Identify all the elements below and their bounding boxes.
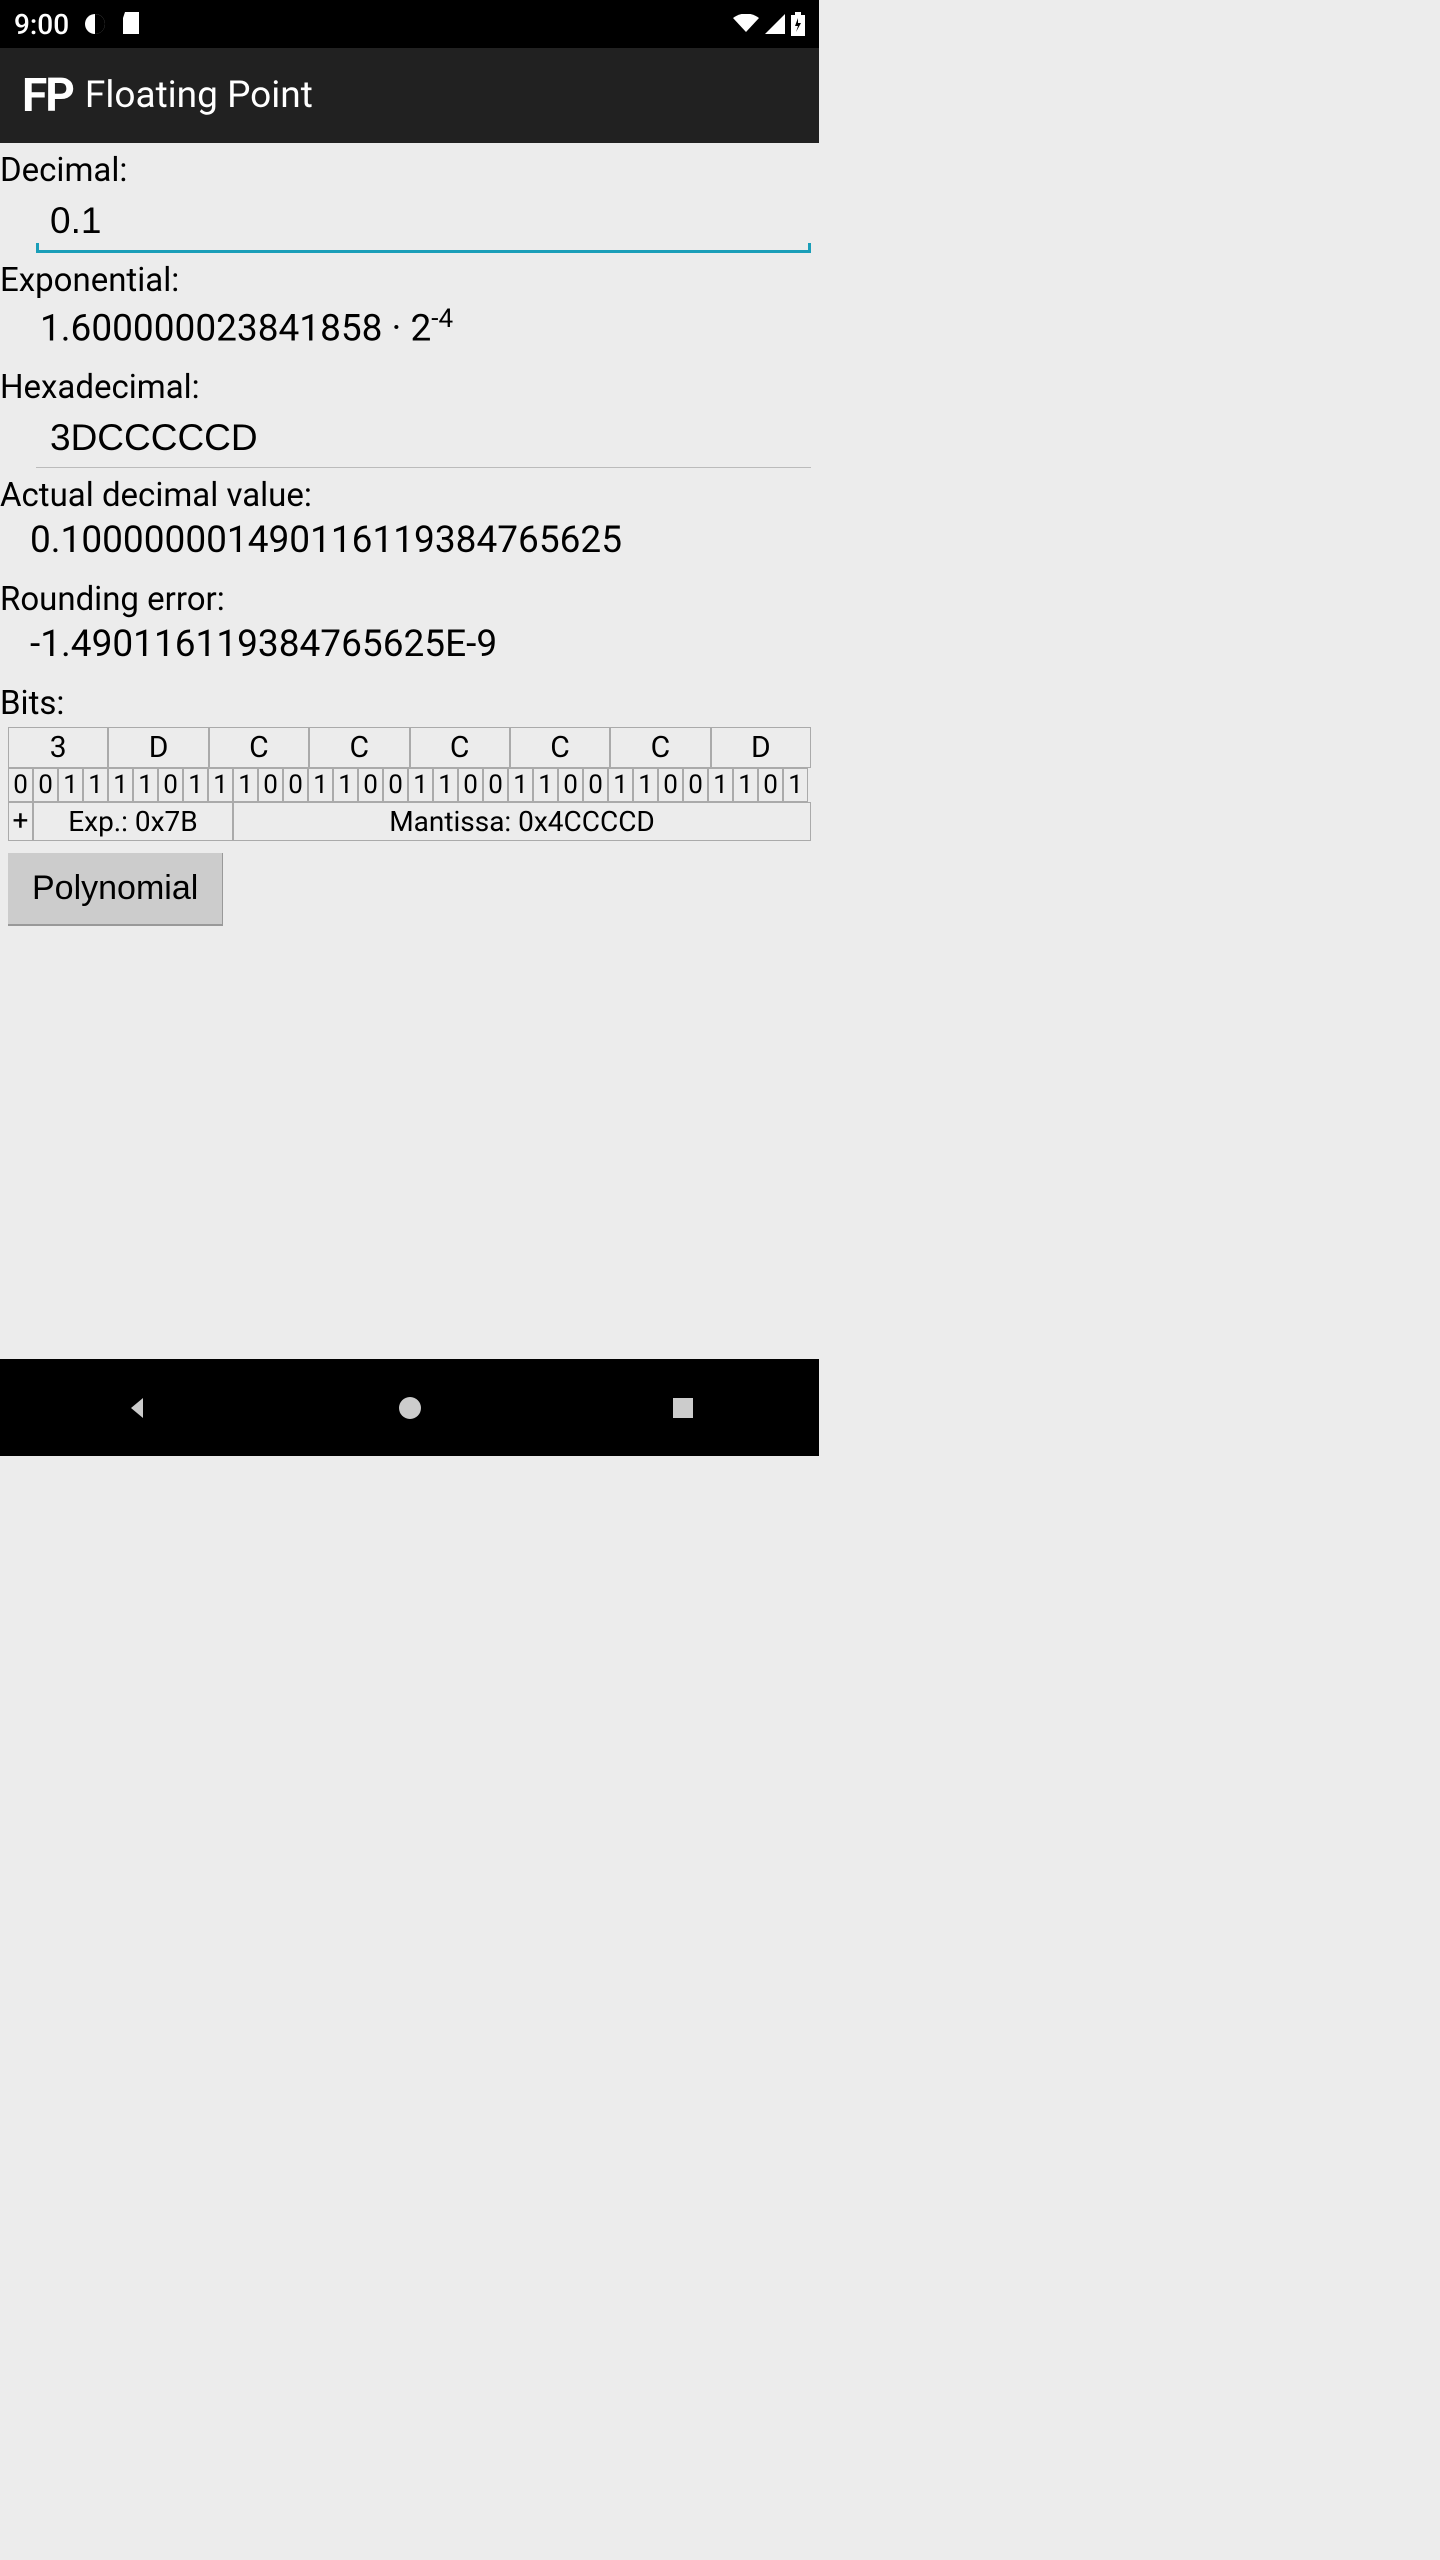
exp-mantissa: 1.600000023841858 [40, 307, 382, 350]
bit-cell: 1 [408, 768, 433, 802]
bit-cell: 1 [108, 768, 133, 802]
nibble-row: 3 D C C C C C D [8, 727, 811, 768]
mantissa-cell: Mantissa: 0x4CCCCD [233, 802, 811, 841]
polynomial-button[interactable]: Polynomial [8, 853, 223, 926]
nav-bar [0, 1359, 819, 1456]
sd-card-icon [121, 12, 141, 36]
bit-cell: 1 [133, 768, 158, 802]
bits-label: Bits: [0, 676, 819, 723]
bit-cell: 0 [283, 768, 308, 802]
app-title: Floating Point [85, 74, 313, 117]
bit-cell: 0 [458, 768, 483, 802]
bit-cell: 1 [433, 768, 458, 802]
bit-cell: 0 [483, 768, 508, 802]
hexadecimal-label: Hexadecimal: [0, 360, 819, 407]
bit-cell: 1 [533, 768, 558, 802]
bit-cell: 1 [633, 768, 658, 802]
wifi-icon [733, 14, 759, 34]
bit-cell: 0 [258, 768, 283, 802]
bit-cell: 1 [508, 768, 533, 802]
bit-cell: 1 [83, 768, 108, 802]
status-bar: 9:00 [0, 0, 819, 48]
contrast-icon [83, 12, 107, 36]
nibble-cell: D [108, 727, 208, 768]
nibble-cell: C [510, 727, 610, 768]
nibble-cell: C [309, 727, 409, 768]
actual-decimal-value: 0.100000001490116119384765625 [0, 515, 819, 572]
bit-cell: 0 [358, 768, 383, 802]
rounding-error-label: Rounding error: [0, 572, 819, 619]
status-right [733, 12, 805, 36]
section-row: + Exp.: 0x7B Mantissa: 0x4CCCCD [8, 802, 811, 841]
nibble-cell: C [610, 727, 710, 768]
bits-table: 3 D C C C C C D 001111011100110011001100… [8, 727, 811, 841]
bit-cell: 0 [683, 768, 708, 802]
app-bar: FP Floating Point [0, 48, 819, 143]
hexadecimal-input[interactable] [36, 411, 811, 468]
bit-cell: 0 [583, 768, 608, 802]
decimal-input[interactable] [36, 194, 811, 253]
bit-row: 00111101110011001100110011001101 [8, 768, 811, 802]
signal-icon [765, 14, 785, 34]
home-button[interactable] [390, 1388, 430, 1428]
bit-cell: 1 [183, 768, 208, 802]
bit-cell: 1 [333, 768, 358, 802]
sign-cell: + [8, 802, 33, 841]
back-button[interactable] [117, 1388, 157, 1428]
bit-cell: 0 [33, 768, 58, 802]
battery-icon [791, 12, 805, 36]
rounding-error-value: -1.490116119384765625E-9 [0, 619, 819, 676]
hex-input-container [36, 411, 811, 468]
nibble-cell: C [209, 727, 309, 768]
bit-cell: 1 [783, 768, 808, 802]
decimal-label: Decimal: [0, 143, 819, 190]
app-logo: FP [22, 69, 73, 123]
bit-cell: 1 [233, 768, 258, 802]
status-time: 9:00 [14, 8, 69, 41]
exp-cell: Exp.: 0x7B [33, 802, 233, 841]
bit-cell: 0 [758, 768, 783, 802]
bit-cell: 1 [308, 768, 333, 802]
recent-button[interactable] [663, 1388, 703, 1428]
bit-cell: 1 [708, 768, 733, 802]
bit-cell: 0 [558, 768, 583, 802]
exp-base: 2 [411, 307, 432, 350]
exponential-value: 1.600000023841858 · 2-4 [0, 300, 819, 360]
nibble-cell: C [410, 727, 510, 768]
exponential-label: Exponential: [0, 253, 819, 300]
bit-cell: 0 [658, 768, 683, 802]
main-content: Decimal: Exponential: 1.600000023841858 … [0, 143, 819, 1359]
decimal-input-container [36, 194, 811, 253]
exp-dot: · [392, 307, 411, 350]
bit-cell: 0 [383, 768, 408, 802]
bit-cell: 1 [733, 768, 758, 802]
bit-cell: 1 [58, 768, 83, 802]
bit-cell: 1 [608, 768, 633, 802]
nibble-cell: D [711, 727, 811, 768]
nibble-cell: 3 [8, 727, 108, 768]
exp-power: -4 [431, 304, 453, 334]
bit-cell: 1 [208, 768, 233, 802]
actual-decimal-label: Actual decimal value: [0, 468, 819, 515]
bit-cell: 0 [158, 768, 183, 802]
status-left: 9:00 [14, 8, 141, 41]
bit-cell: 0 [8, 768, 33, 802]
